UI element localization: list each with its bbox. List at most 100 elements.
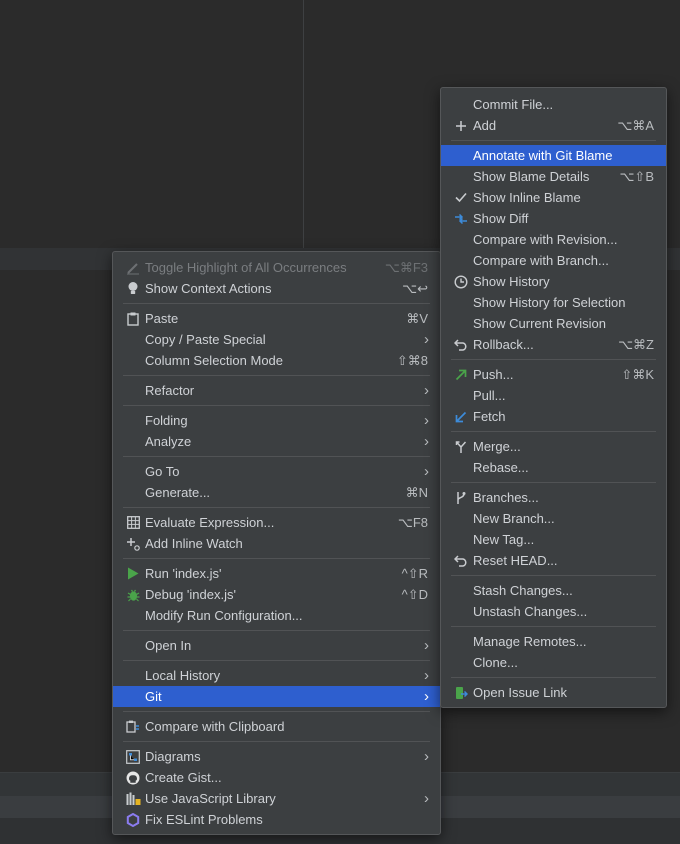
chevron-right-icon: › [424,331,429,348]
menu-item-git[interactable]: Git › [113,686,440,707]
compare-clipboard-icon [125,716,141,737]
debug-bug-icon [125,584,141,605]
clock-icon [453,271,469,292]
git-item-compare-with-revision[interactable]: Compare with Revision... [441,229,666,250]
menu-item-shortcut: ⌘V [406,311,428,326]
menu-item-evaluate-expression[interactable]: Evaluate Expression... ⌥F8 [113,512,440,533]
menu-item-label: Compare with Revision... [473,232,618,247]
editor-split-divider[interactable] [303,0,304,248]
menu-separator [451,140,656,141]
chevron-right-icon: › [424,433,429,450]
git-item-show-inline-blame[interactable]: Show Inline Blame [441,187,666,208]
git-item-rebase[interactable]: Rebase... [441,457,666,478]
git-item-rollback[interactable]: Rollback... ⌥⌘Z [441,334,666,355]
menu-item-add-inline-watch[interactable]: Add Inline Watch [113,533,440,554]
menu-item-shortcut: ⌥⌘F3 [384,260,428,275]
git-item-show-diff[interactable]: Show Diff [441,208,666,229]
menu-item-label: Show History [473,274,550,289]
menu-item-modify-run-configuration[interactable]: Modify Run Configuration... [113,605,440,626]
menu-item-create-gist[interactable]: Create Gist... [113,767,440,788]
menu-item-shortcut: ⇧⌘K [621,367,654,382]
menu-item-shortcut: ⌘N [405,485,428,500]
git-item-annotate-with-git-blame[interactable]: Annotate with Git Blame [441,145,666,166]
chevron-right-icon: › [424,667,429,684]
menu-item-label: Open In [145,638,192,653]
menu-item-label: Stash Changes... [473,583,573,598]
menu-separator [451,575,656,576]
menu-item-label: Push... [473,367,514,382]
menu-item-paste[interactable]: Paste ⌘V [113,308,440,329]
menu-separator [123,660,430,661]
git-item-push[interactable]: Push... ⇧⌘K [441,364,666,385]
plus-icon [453,115,469,136]
git-item-unstash-changes[interactable]: Unstash Changes... [441,601,666,622]
chevron-right-icon: › [424,463,429,480]
menu-item-local-history[interactable]: Local History › [113,665,440,686]
menu-item-label: Toggle Highlight of All Occurrences [145,260,347,275]
menu-item-analyze[interactable]: Analyze › [113,431,440,452]
git-item-fetch[interactable]: Fetch [441,406,666,427]
menu-item-fix-eslint-problems[interactable]: Fix ESLint Problems [113,809,440,830]
git-item-clone[interactable]: Clone... [441,652,666,673]
git-item-add[interactable]: Add ⌥⌘A [441,115,666,136]
chevron-right-icon: › [424,637,429,654]
git-item-open-issue-link[interactable]: Open Issue Link [441,682,666,703]
git-item-reset-head[interactable]: Reset HEAD... [441,550,666,571]
menu-item-label: Merge... [473,439,521,454]
git-item-branches[interactable]: Branches... [441,487,666,508]
menu-item-show-context-actions[interactable]: Show Context Actions ⌥↩ [113,278,440,299]
git-item-commit-file[interactable]: Commit File... [441,94,666,115]
menu-item-label: Run 'index.js' [145,566,222,581]
menu-item-go-to[interactable]: Go To › [113,461,440,482]
menu-item-compare-with-clipboard[interactable]: Compare with Clipboard [113,716,440,737]
calculator-icon [125,512,141,533]
menu-separator [123,741,430,742]
menu-item-label: Refactor [145,383,195,398]
rollback-arrow-icon [453,334,469,355]
menu-item-label: Unstash Changes... [473,604,588,619]
git-item-stash-changes[interactable]: Stash Changes... [441,580,666,601]
menu-item-shortcut: ⇧⌘8 [396,353,428,368]
menu-item-shortcut: ⌥⌘A [617,118,654,133]
reset-arrow-icon [453,550,469,571]
menu-item-label: Use JavaScript Library [145,791,276,806]
git-item-new-tag[interactable]: New Tag... [441,529,666,550]
git-item-show-current-revision[interactable]: Show Current Revision [441,313,666,334]
git-item-show-history-for-selection[interactable]: Show History for Selection [441,292,666,313]
chevron-right-icon: › [424,748,429,765]
menu-item-label: Fetch [473,409,506,424]
issue-link-icon [453,682,469,703]
git-item-show-history[interactable]: Show History [441,271,666,292]
menu-item-generate[interactable]: Generate... ⌘N [113,482,440,503]
add-watch-icon [125,533,141,554]
menu-item-label: Folding [145,413,188,428]
menu-separator [123,630,430,631]
git-item-new-branch[interactable]: New Branch... [441,508,666,529]
menu-item-diagrams[interactable]: Diagrams › [113,746,440,767]
menu-item-label: Local History [145,668,221,683]
menu-item-debug[interactable]: Debug 'index.js' ^⇧D [113,584,440,605]
git-item-manage-remotes[interactable]: Manage Remotes... [441,631,666,652]
menu-item-open-in[interactable]: Open In › [113,635,440,656]
git-item-merge[interactable]: Merge... [441,436,666,457]
menu-separator [451,359,656,360]
menu-item-copy-paste-special[interactable]: Copy / Paste Special › [113,329,440,350]
menu-separator [123,375,430,376]
git-item-pull[interactable]: Pull... [441,385,666,406]
menu-item-column-selection-mode[interactable]: Column Selection Mode ⇧⌘8 [113,350,440,371]
menu-item-label: Show Inline Blame [473,190,581,205]
menu-item-use-javascript-library[interactable]: Use JavaScript Library › [113,788,440,809]
menu-separator [123,456,430,457]
clipboard-icon [125,308,141,329]
chevron-right-icon: › [424,688,429,705]
git-item-compare-with-branch[interactable]: Compare with Branch... [441,250,666,271]
library-books-icon [125,788,141,809]
menu-separator [451,482,656,483]
menu-separator [123,303,430,304]
menu-item-run[interactable]: Run 'index.js' ^⇧R [113,563,440,584]
menu-separator [123,405,430,406]
git-item-show-blame-details[interactable]: Show Blame Details ⌥⇧B [441,166,666,187]
menu-item-refactor[interactable]: Refactor › [113,380,440,401]
menu-item-label: Compare with Branch... [473,253,609,268]
menu-item-folding[interactable]: Folding › [113,410,440,431]
